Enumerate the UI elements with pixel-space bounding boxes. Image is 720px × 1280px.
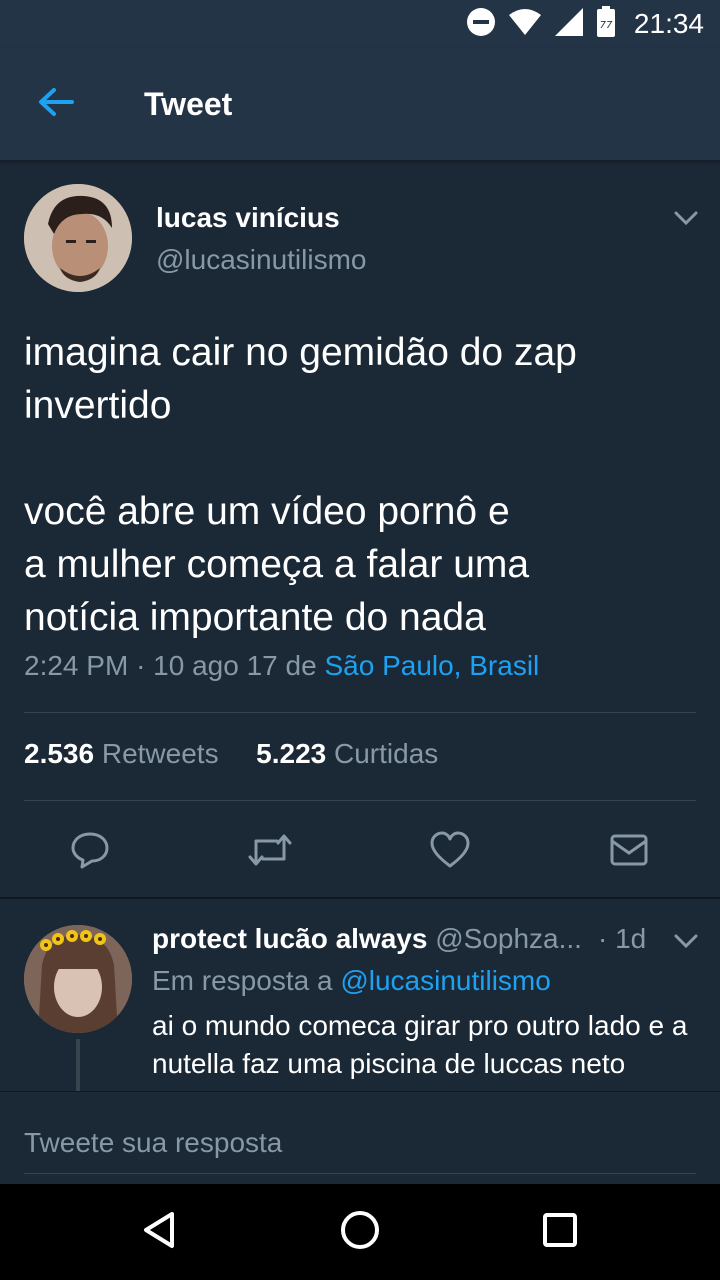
chevron-down-icon: [674, 210, 698, 231]
wifi-icon: [508, 8, 542, 41]
retweet-button[interactable]: [238, 820, 302, 884]
reply-time: · 1d: [598, 923, 647, 954]
likes-stat[interactable]: 5.223 Curtidas: [256, 738, 438, 769]
battery-level: 77: [600, 20, 613, 31]
reply-input[interactable]: [24, 1112, 696, 1174]
divider: [24, 712, 696, 713]
retweets-label: Retweets: [101, 738, 219, 769]
message-button[interactable]: [597, 820, 661, 884]
likes-label: Curtidas: [334, 738, 439, 769]
message-icon: [609, 833, 649, 872]
author-handle[interactable]: @lucasinutilismo: [156, 244, 367, 276]
back-triangle-icon: [140, 1210, 180, 1255]
nav-recents-button[interactable]: [528, 1200, 592, 1264]
page-title: Tweet: [144, 85, 233, 122]
retweets-count: 2.536: [24, 738, 95, 769]
chevron-down-icon: [674, 933, 698, 954]
reply-author-name[interactable]: protect lucão always: [152, 923, 427, 954]
do-not-disturb-icon: [466, 7, 496, 42]
like-icon: [430, 831, 470, 874]
tweet-time: 2:24 PM: [24, 650, 129, 681]
thread-line: [76, 1039, 80, 1091]
author-name[interactable]: lucas vinícius: [156, 202, 340, 234]
likes-count: 5.223: [256, 738, 327, 769]
signal-icon: [554, 7, 584, 42]
meta-separator: ·: [136, 650, 154, 681]
reply-header: protect lucão always @Sophza...: [152, 923, 672, 955]
reply-to-mention[interactable]: @lucasinutilismo: [340, 965, 551, 996]
home-circle-icon: [340, 1210, 380, 1255]
battery-icon: 77: [596, 5, 616, 43]
reply-author-handle[interactable]: @Sophza...: [435, 923, 582, 954]
arrow-left-icon: [36, 86, 76, 123]
reply-button[interactable]: [58, 820, 122, 884]
tweet-options-button[interactable]: [664, 198, 708, 242]
nav-home-button[interactable]: [328, 1200, 392, 1264]
divider: [24, 800, 696, 801]
system-nav-bar: [0, 1184, 720, 1280]
status-bar: 77 21:34: [0, 0, 720, 48]
tweet-actions: [0, 820, 720, 884]
like-button[interactable]: [418, 820, 482, 884]
tweet-meta: 2:24 PM · 10 ago 17 de São Paulo, Brasil: [24, 650, 539, 682]
location-prefix: de: [285, 650, 317, 681]
tweet-date: 10 ago 17: [153, 650, 278, 681]
reply-text: ai o mundo comeca girar pro outro lado e…: [152, 1010, 688, 1079]
location-link[interactable]: São Paulo, Brasil: [324, 650, 539, 681]
retweet-icon: [247, 833, 293, 872]
reply-to-label: Em resposta a: [152, 965, 333, 996]
reply-composer: [0, 1091, 720, 1184]
reply-options-button[interactable]: [664, 921, 708, 965]
reply-tweet[interactable]: protect lucão always @Sophza... · 1d Em …: [0, 899, 720, 1091]
top-app-bar: Tweet: [0, 48, 720, 160]
tweet-text: imagina cair no gemidão do zap invertido…: [24, 331, 577, 639]
recents-square-icon: [542, 1212, 578, 1253]
status-time: 21:34: [633, 8, 704, 39]
nav-back-button[interactable]: [128, 1200, 192, 1264]
retweets-stat[interactable]: 2.536 Retweets: [24, 738, 219, 769]
reply-icon: [70, 830, 110, 875]
tweet-stats: 2.536 Retweets 5.223 Curtidas: [24, 738, 438, 770]
reply-author-avatar[interactable]: [24, 925, 132, 1033]
author-avatar[interactable]: [24, 184, 132, 292]
back-button[interactable]: [0, 48, 112, 160]
reply-to-line: Em resposta a @lucasinutilismo: [152, 965, 551, 997]
